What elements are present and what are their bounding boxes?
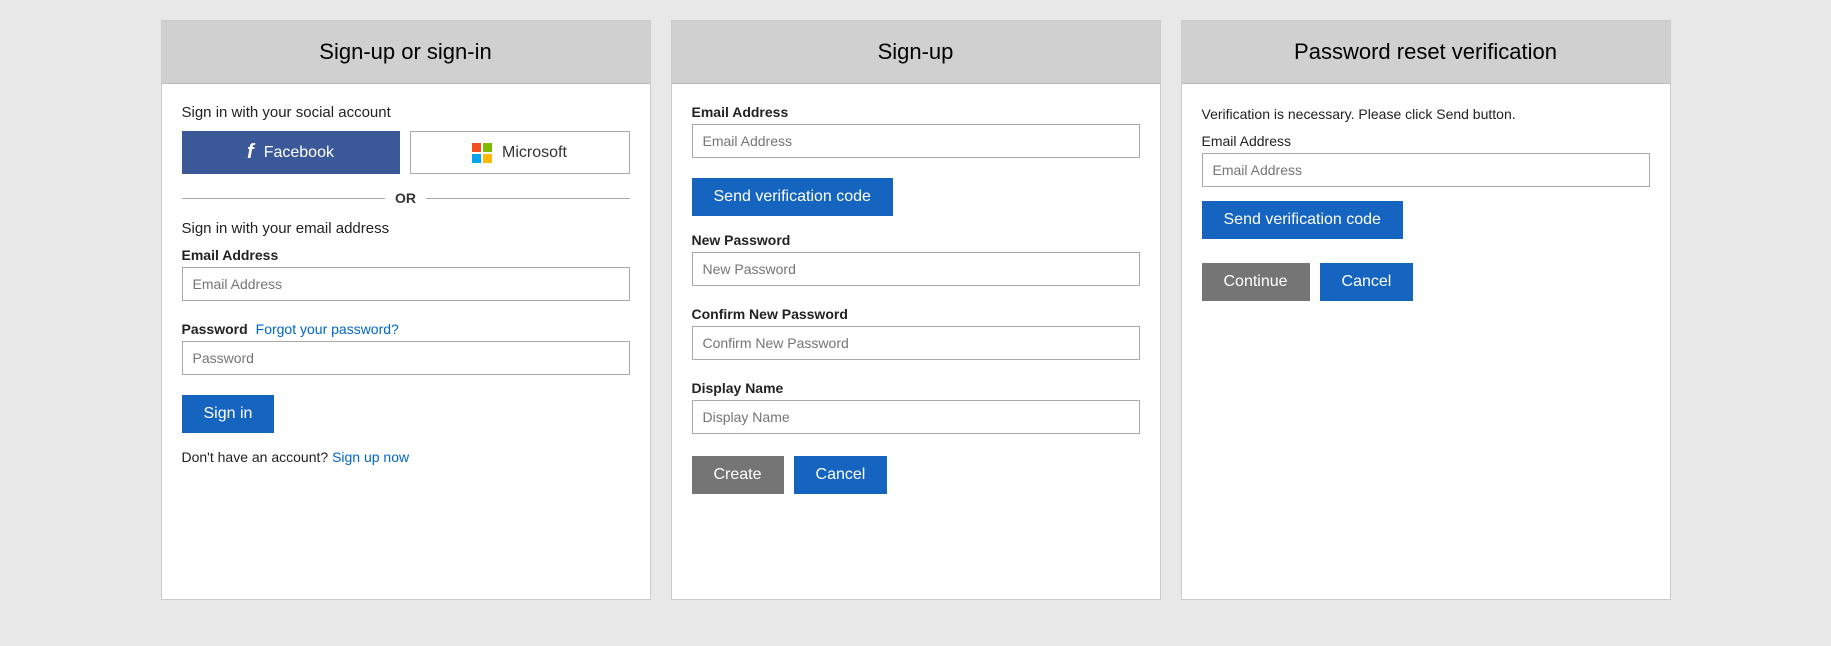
social-section-label: Sign in with your social account: [182, 104, 630, 121]
signup-email-field-group: Email Address: [692, 104, 1140, 172]
reset-button-row: Continue Cancel: [1202, 263, 1650, 301]
new-password-input[interactable]: [692, 252, 1140, 286]
display-name-label: Display Name: [692, 380, 1140, 396]
reset-info-text: Verification is necessary. Please click …: [1202, 104, 1650, 125]
confirm-password-label: Confirm New Password: [692, 306, 1140, 322]
signup-cancel-button[interactable]: Cancel: [794, 456, 888, 494]
signup-button-row: Create Cancel: [692, 456, 1140, 494]
sign-up-now-link[interactable]: Sign up now: [332, 449, 409, 465]
confirm-password-input[interactable]: [692, 326, 1140, 360]
signin-panel: Sign-up or sign-in Sign in with your soc…: [161, 20, 651, 600]
or-text: OR: [395, 190, 416, 206]
no-account-text: Don't have an account? Sign up now: [182, 449, 630, 465]
or-divider: OR: [182, 190, 630, 206]
send-verification-code-button[interactable]: Send verification code: [692, 178, 893, 216]
email-input[interactable]: [182, 267, 630, 301]
facebook-icon: f: [247, 141, 254, 164]
microsoft-icon: [472, 143, 492, 163]
create-button[interactable]: Create: [692, 456, 784, 494]
reset-panel-title: Password reset verification: [1182, 21, 1670, 84]
signup-email-input[interactable]: [692, 124, 1140, 158]
password-label: Password: [182, 321, 248, 337]
reset-send-code-button[interactable]: Send verification code: [1202, 201, 1403, 239]
continue-button[interactable]: Continue: [1202, 263, 1310, 301]
signup-panel-title: Sign-up: [672, 21, 1160, 84]
new-password-label: New Password: [692, 232, 1140, 248]
microsoft-button[interactable]: Microsoft: [410, 131, 630, 174]
signin-panel-title: Sign-up or sign-in: [162, 21, 650, 84]
forgot-password-link[interactable]: Forgot your password?: [256, 321, 399, 337]
reset-email-label: Email Address: [1202, 133, 1650, 149]
sign-in-button[interactable]: Sign in: [182, 395, 275, 433]
social-buttons: f Facebook Microsoft: [182, 131, 630, 174]
email-label: Email Address: [182, 247, 630, 263]
signup-panel: Sign-up Email Address Send verification …: [671, 20, 1161, 600]
new-password-field-group: New Password: [692, 232, 1140, 300]
facebook-label: Facebook: [264, 144, 334, 162]
password-input[interactable]: [182, 341, 630, 375]
password-field-group: Password Forgot your password?: [182, 321, 630, 389]
reset-panel: Password reset verification Verification…: [1181, 20, 1671, 600]
microsoft-label: Microsoft: [502, 144, 567, 162]
email-section-label: Sign in with your email address: [182, 220, 630, 237]
reset-cancel-button[interactable]: Cancel: [1320, 263, 1414, 301]
facebook-button[interactable]: f Facebook: [182, 131, 400, 174]
email-field-group: Email Address: [182, 247, 630, 315]
confirm-password-field-group: Confirm New Password: [692, 306, 1140, 374]
password-label-row: Password Forgot your password?: [182, 321, 630, 337]
reset-email-input[interactable]: [1202, 153, 1650, 187]
signup-email-label: Email Address: [692, 104, 1140, 120]
display-name-field-group: Display Name: [692, 380, 1140, 448]
display-name-input[interactable]: [692, 400, 1140, 434]
